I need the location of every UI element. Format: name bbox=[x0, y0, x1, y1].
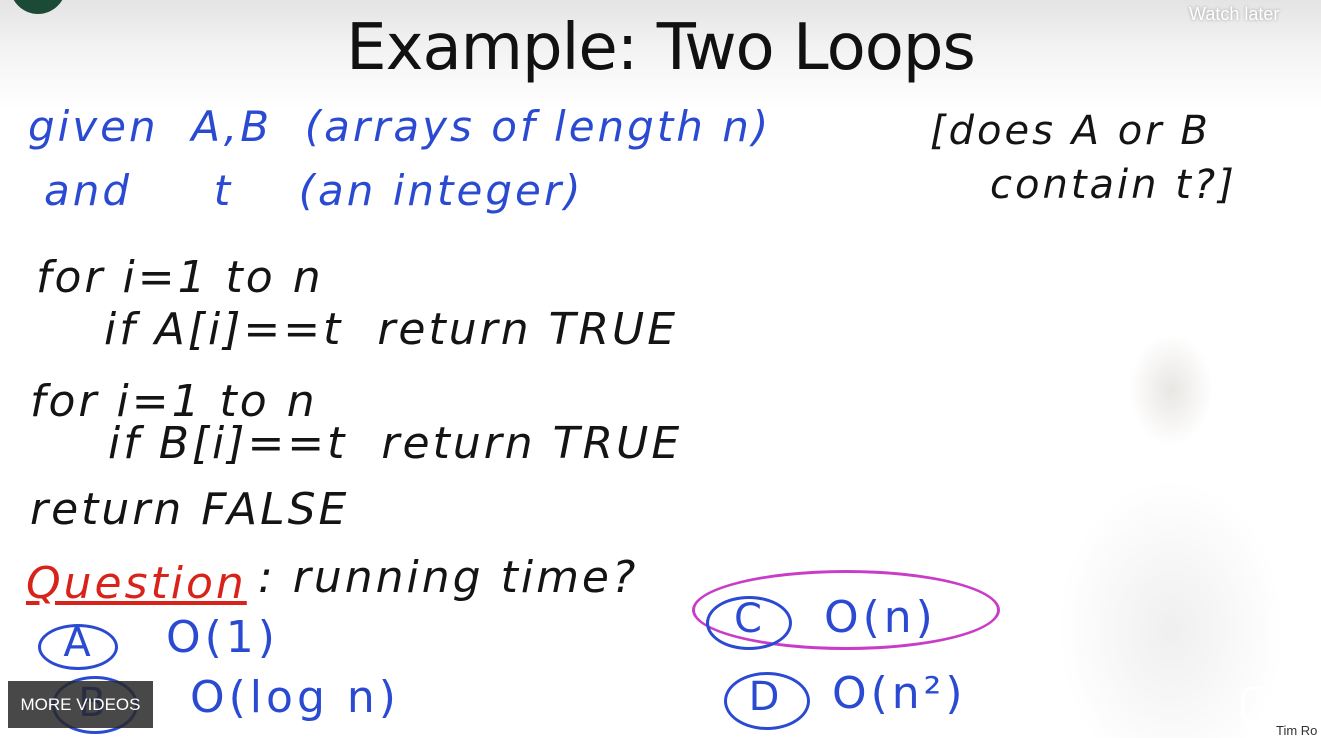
option-c-letter: C bbox=[734, 596, 762, 642]
option-d-text: O(n²) bbox=[832, 668, 967, 719]
code-line-5: return FALSE bbox=[30, 484, 350, 535]
more-videos-button[interactable]: MORE VIDEOS bbox=[8, 681, 153, 728]
svg-text:Yo: Yo bbox=[1299, 689, 1321, 725]
code-line-2: if A[i]==t return TRUE bbox=[104, 304, 679, 355]
note-line-2: contain t?] bbox=[990, 162, 1237, 208]
note-line-1: [does A or B bbox=[930, 108, 1211, 154]
option-c-text: O(n) bbox=[824, 592, 937, 643]
question-label: Question bbox=[26, 558, 247, 609]
code-line-4: if B[i]==t return TRUE bbox=[108, 418, 683, 469]
code-line-1: for i=1 to n bbox=[36, 252, 324, 303]
channel-name: Tim Ro bbox=[1276, 723, 1318, 738]
presenter-silhouette bbox=[1001, 300, 1321, 738]
option-d-letter: D bbox=[748, 674, 780, 720]
given-line-2: and t (an integer) bbox=[44, 166, 584, 215]
option-b-text: O(log n) bbox=[190, 672, 400, 723]
watch-later-button[interactable]: Watch later bbox=[1189, 4, 1279, 25]
given-line-1: given A,B (arrays of length n) bbox=[28, 102, 772, 151]
option-a-text: O(1) bbox=[166, 612, 279, 663]
slide-title: Example: Two Loops bbox=[346, 11, 976, 85]
option-a-letter: A bbox=[63, 620, 91, 666]
youtube-icon[interactable]: Yo bbox=[1241, 684, 1321, 726]
question-text: : running time? bbox=[258, 552, 639, 603]
